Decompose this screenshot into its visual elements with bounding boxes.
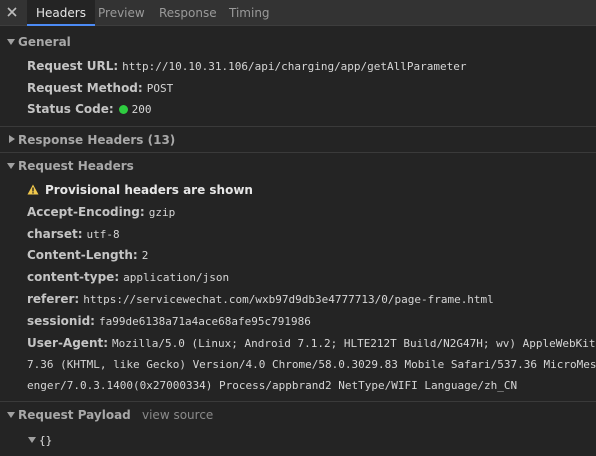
header-key: Accept-Encoding: bbox=[27, 205, 145, 219]
warning-icon bbox=[27, 184, 39, 195]
header-row: content-type: application/json bbox=[27, 267, 229, 287]
provisional-warning-text: Provisional headers are shown bbox=[45, 183, 253, 197]
request-url-key: Request URL: bbox=[27, 59, 119, 73]
header-value[interactable]: https://servicewechat.com/wxb97d9db3e477… bbox=[83, 293, 494, 306]
header-value[interactable]: Mozilla/5.0 (Linux; Android 7.1.2; HLTE2… bbox=[112, 337, 596, 350]
request-payload-section-header[interactable]: Request Payload view source bbox=[0, 403, 596, 427]
header-key: referer: bbox=[27, 292, 80, 306]
user-agent-continuation[interactable]: 7.36 (KHTML, like Gecko) Version/4.0 Chr… bbox=[27, 355, 596, 375]
status-code-key: Status Code: bbox=[27, 102, 114, 116]
status-code-value[interactable]: 200 bbox=[132, 103, 152, 116]
header-value[interactable]: gzip bbox=[149, 206, 176, 219]
header-value[interactable]: application/json bbox=[123, 271, 229, 284]
response-headers-title: Response Headers (13) bbox=[18, 133, 176, 147]
header-row: Content-Length: 2 bbox=[27, 245, 148, 265]
expanded-triangle-icon bbox=[7, 39, 15, 45]
request-method-key: Request Method: bbox=[27, 81, 143, 95]
header-key: sessionid: bbox=[27, 314, 95, 328]
status-ok-icon bbox=[118, 105, 128, 114]
divider bbox=[0, 126, 596, 127]
tab-headers[interactable]: Headers bbox=[27, 0, 95, 26]
header-row: User-Agent: Mozilla/5.0 (Linux; Android 7… bbox=[27, 333, 596, 353]
divider bbox=[0, 152, 596, 153]
general-title: General bbox=[18, 35, 71, 49]
request-headers-section-header[interactable]: Request Headers bbox=[0, 154, 596, 178]
response-headers-section-header[interactable]: Response Headers (13) bbox=[0, 128, 596, 152]
expanded-triangle-icon bbox=[7, 163, 15, 169]
header-key: charset: bbox=[27, 227, 83, 241]
tab-bar: Headers Preview Response Timing bbox=[0, 0, 596, 26]
request-headers-title: Request Headers bbox=[18, 159, 134, 173]
provisional-warning: Provisional headers are shown bbox=[27, 180, 253, 200]
tab-response[interactable]: Response bbox=[159, 0, 217, 26]
tab-timing[interactable]: Timing bbox=[229, 0, 270, 26]
header-value[interactable]: 2 bbox=[142, 249, 149, 262]
request-payload-title: Request Payload bbox=[18, 408, 131, 422]
close-icon[interactable] bbox=[6, 6, 18, 18]
header-row: sessionid: fa99de6138a71a4ace68afe95c7919… bbox=[27, 311, 311, 331]
header-key: content-type: bbox=[27, 270, 120, 284]
divider bbox=[0, 401, 596, 402]
status-code-row: Status Code: 200 bbox=[27, 99, 152, 119]
request-url-value[interactable]: http://10.10.31.106/api/charging/app/get… bbox=[122, 60, 466, 73]
view-source-link[interactable]: view source bbox=[142, 408, 213, 422]
request-url-row: Request URL: http://10.10.31.106/api/char… bbox=[27, 56, 467, 76]
header-key: Content-Length: bbox=[27, 248, 138, 262]
expanded-triangle-icon bbox=[7, 412, 15, 418]
request-method-row: Request Method: POST bbox=[27, 78, 173, 98]
tab-preview[interactable]: Preview bbox=[98, 0, 145, 26]
header-row: charset: utf-8 bbox=[27, 224, 120, 244]
header-value[interactable]: utf-8 bbox=[87, 228, 120, 241]
header-key: User-Agent: bbox=[27, 336, 109, 350]
payload-tree-item[interactable]: {} bbox=[28, 431, 52, 449]
header-row: referer: https://servicewechat.com/wxb97d… bbox=[27, 289, 494, 309]
header-value[interactable]: fa99de6138a71a4ace68afe95c791986 bbox=[99, 315, 311, 328]
general-section-header[interactable]: General bbox=[0, 30, 596, 54]
payload-object: {} bbox=[39, 434, 53, 447]
collapsed-triangle-icon bbox=[9, 135, 15, 143]
header-row: Accept-Encoding: gzip bbox=[27, 202, 175, 222]
user-agent-continuation[interactable]: enger/7.0.3.1400(0x27000334) Process/app… bbox=[27, 376, 517, 396]
request-method-value[interactable]: POST bbox=[147, 82, 174, 95]
expanded-triangle-icon bbox=[28, 437, 36, 443]
